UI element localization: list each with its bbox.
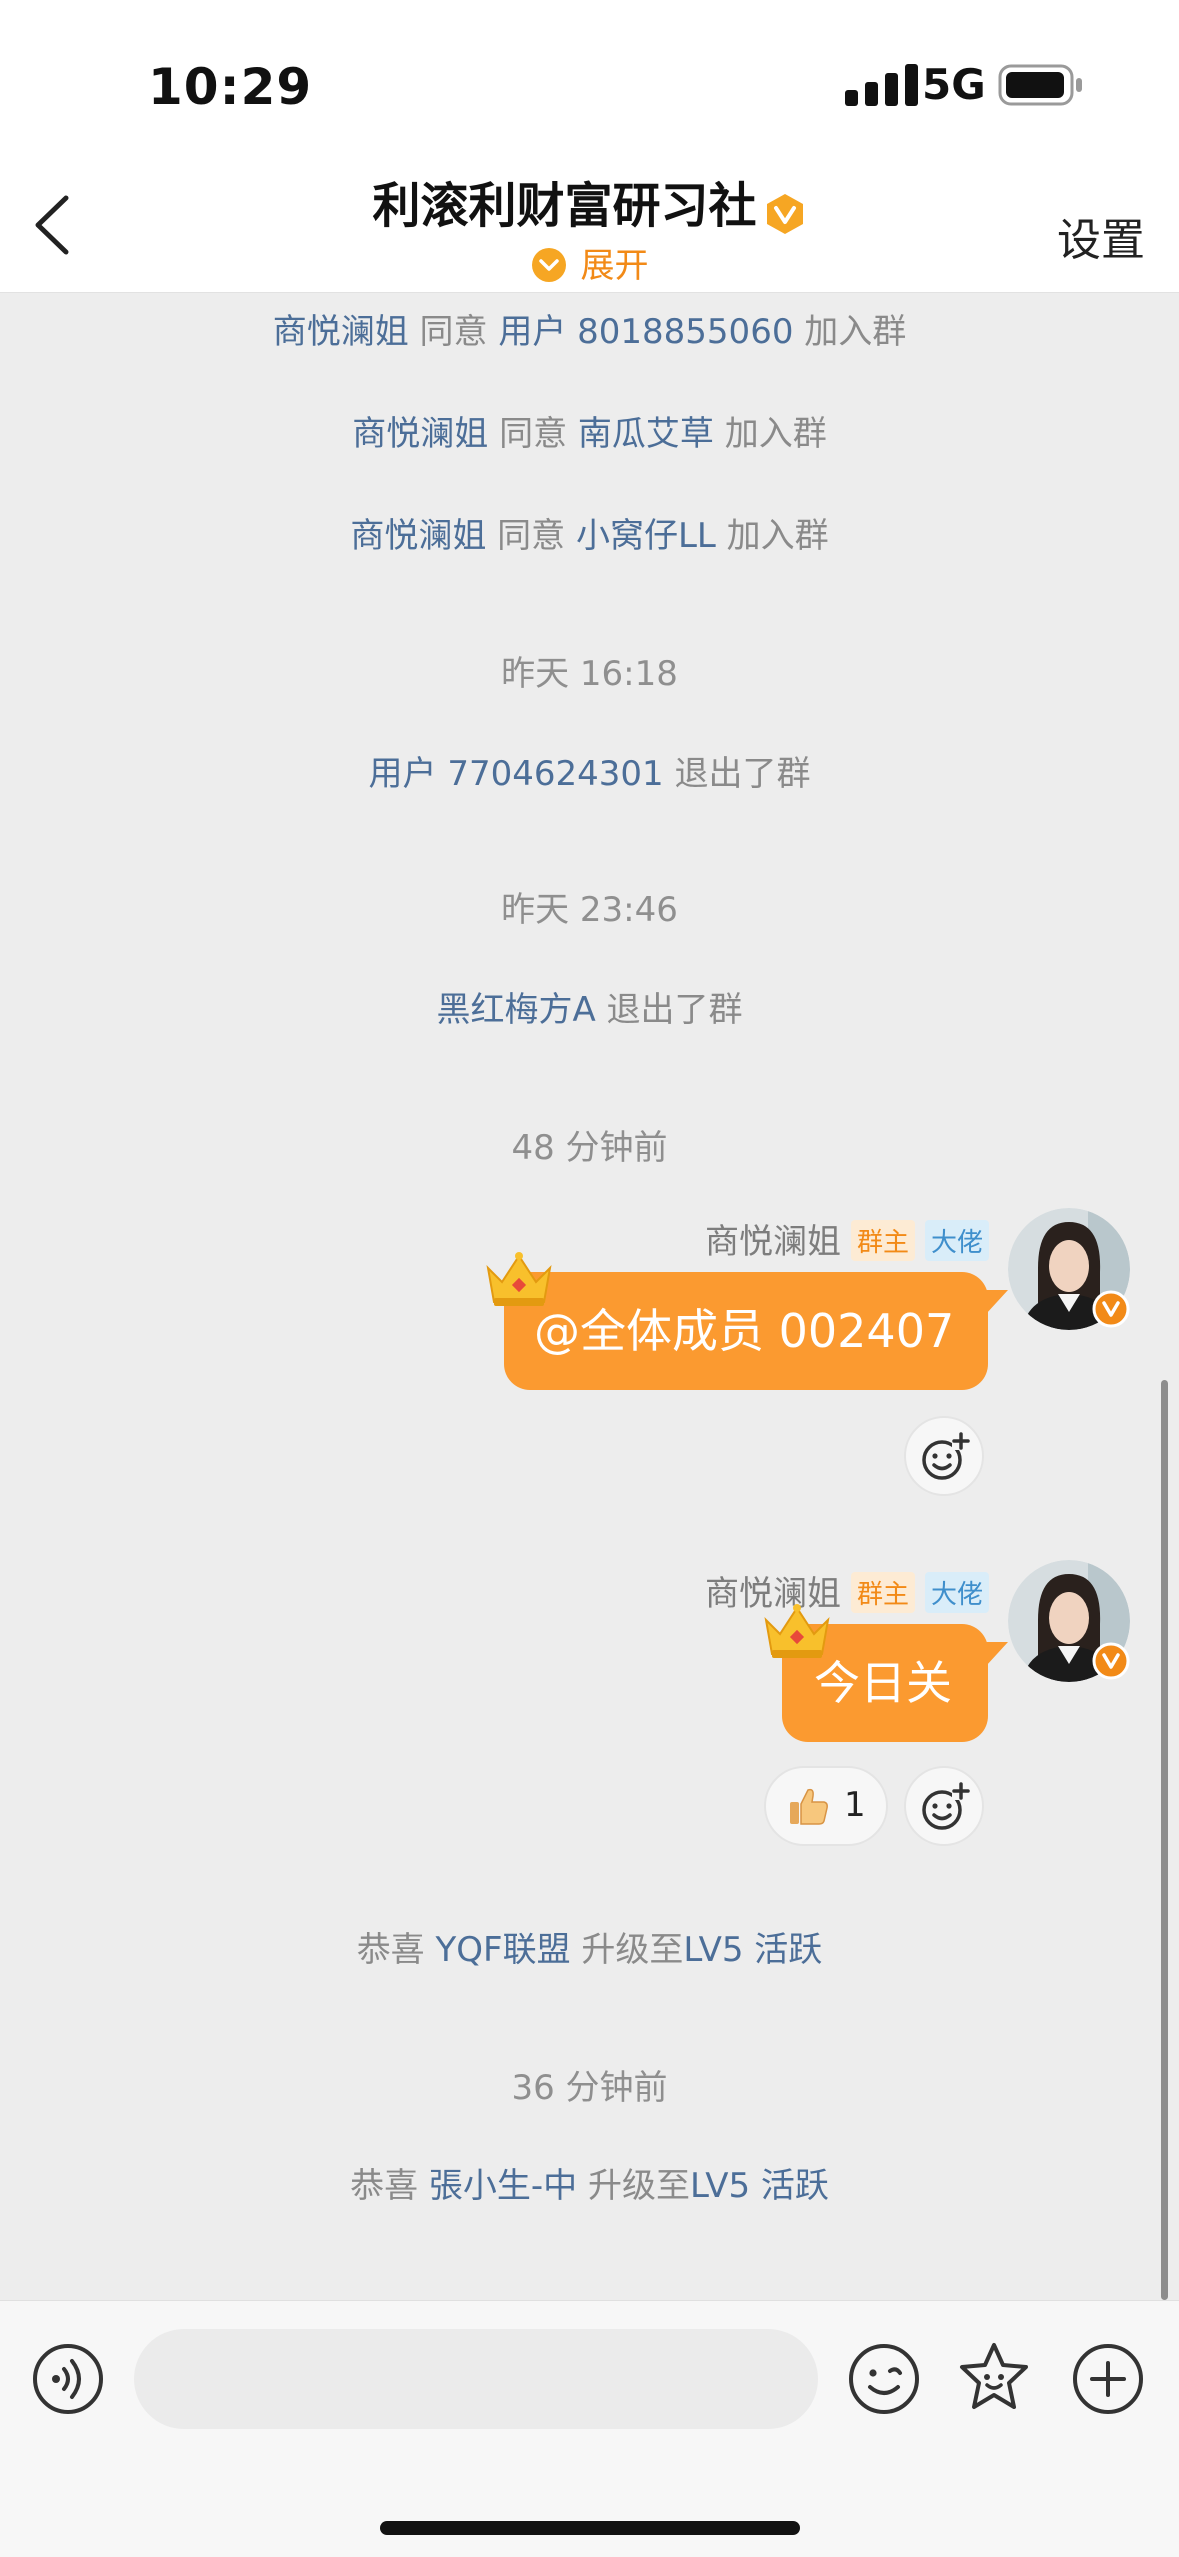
add-reaction-button[interactable] [904, 1766, 984, 1846]
add-reaction-button[interactable] [904, 1416, 984, 1496]
status-bar: 10:29 5G [0, 0, 1179, 160]
expand-label: 展开 [580, 246, 649, 286]
settings-button[interactable]: 设置 [1057, 204, 1145, 268]
owner-tag: 群主 [850, 1572, 915, 1613]
user-link[interactable]: 用户 8018855060 [498, 312, 793, 352]
system-message: 恭喜 YQF联盟 升级至LV5 活跃 [356, 1930, 823, 1970]
user-link[interactable]: 商悦澜姐 [273, 312, 409, 352]
sender-name[interactable]: 商悦澜姐 [705, 1222, 841, 1262]
message-bubble[interactable]: @全体成员 002407 [504, 1272, 988, 1390]
emoji-icon[interactable] [846, 2341, 922, 2417]
user-link[interactable]: 商悦澜姐 [350, 516, 486, 556]
level-tag: 大佬 [924, 1220, 989, 1261]
thumbs-up-icon [790, 1788, 828, 1825]
timestamp: 48 分钟前 [511, 1128, 668, 1168]
system-message: 用户 7704624301 退出了群 [368, 754, 811, 794]
sender-line: 商悦澜姐 群主 大佬 [705, 1214, 989, 1263]
scrollbar[interactable] [1161, 1380, 1168, 2300]
verified-v-icon [766, 193, 803, 234]
battery-icon [998, 64, 1082, 106]
home-indicator[interactable] [380, 2521, 800, 2535]
user-link[interactable]: 小窝仔LL [576, 516, 716, 556]
sender-line: 商悦澜姐 群主 大佬 [705, 1566, 989, 1615]
system-message: 商悦澜姐 同意 南瓜艾草 加入群 [352, 414, 827, 454]
timestamp: 36 分钟前 [511, 2068, 668, 2108]
cellular-signal-icon [845, 64, 918, 106]
add-emoji-icon [922, 1782, 970, 1830]
verified-v-icon [1092, 1290, 1130, 1328]
bubble-tail [986, 1290, 1008, 1314]
reaction-count: 1 [844, 1785, 866, 1825]
level-link[interactable]: LV5 活跃 [690, 2166, 829, 2206]
voice-icon[interactable] [30, 2341, 106, 2417]
chat-header: 利滚利财富研习社 展开 设置 [0, 160, 1179, 293]
network-type: 5G [922, 60, 986, 109]
system-message: 恭喜 張小生-中 升级至LV5 活跃 [350, 2166, 829, 2206]
user-link[interactable]: 黑红梅方A [436, 990, 595, 1030]
system-message: 黑红梅方A 退出了群 [436, 990, 743, 1030]
title-row: 利滚利财富研习社 [0, 166, 1179, 236]
add-emoji-icon [922, 1432, 970, 1480]
verified-v-icon [1092, 1642, 1130, 1680]
crown-icon [486, 1252, 552, 1306]
message-text: @全体成员 002407 [534, 1304, 955, 1358]
user-link[interactable]: 張小生-中 [429, 2166, 577, 2206]
message-text: 今日关 [814, 1656, 952, 1710]
owner-tag: 群主 [850, 1220, 915, 1261]
timestamp: 昨天 23:46 [501, 890, 678, 930]
chevron-down-circle-icon [531, 247, 566, 282]
sticker-icon[interactable] [956, 2339, 1032, 2415]
status-time: 10:29 [148, 58, 313, 116]
message-input[interactable] [134, 2329, 818, 2429]
plus-icon[interactable] [1070, 2341, 1146, 2417]
system-message: 商悦澜姐 同意 用户 8018855060 加入群 [272, 312, 907, 352]
group-title: 利滚利财富研习社 [372, 178, 757, 234]
user-link[interactable]: YQF联盟 [436, 1930, 571, 1970]
level-link[interactable]: LV5 活跃 [683, 1930, 822, 1970]
expand-button[interactable]: 展开 [0, 238, 1179, 287]
reaction-chip[interactable]: 1 [764, 1766, 888, 1846]
level-tag: 大佬 [924, 1572, 989, 1613]
system-message: 商悦澜姐 同意 小窝仔LL 加入群 [350, 516, 829, 556]
user-link[interactable]: 南瓜艾草 [578, 414, 714, 454]
crown-icon [764, 1604, 830, 1658]
input-bar [0, 2300, 1179, 2557]
bubble-tail [986, 1642, 1008, 1666]
user-link[interactable]: 用户 7704624301 [369, 754, 664, 794]
timestamp: 昨天 16:18 [501, 654, 678, 694]
user-link[interactable]: 商悦澜姐 [352, 414, 488, 454]
